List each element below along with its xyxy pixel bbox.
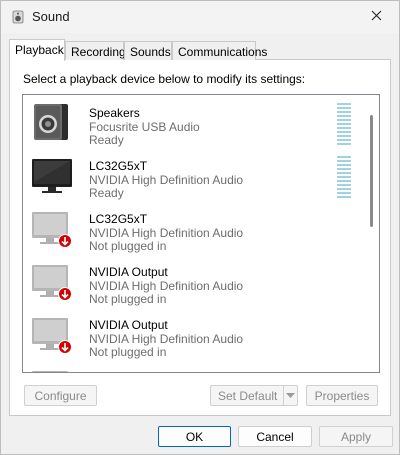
playback-device-list[interactable]: Speakers Focusrite USB Audio Ready LC32G… — [22, 94, 380, 373]
speaker-icon — [11, 10, 25, 24]
volume-meter — [337, 103, 351, 145]
chevron-down-icon[interactable] — [283, 386, 297, 405]
scrollbar-thumb[interactable] — [370, 115, 373, 227]
set-default-label: Set Default — [218, 388, 278, 403]
monitor-icon — [31, 154, 73, 196]
cancel-button[interactable]: Cancel — [238, 426, 312, 447]
device-driver: Focusrite USB Audio — [89, 120, 200, 134]
ok-button[interactable]: OK — [158, 426, 231, 447]
properties-button[interactable]: Properties — [306, 385, 378, 406]
device-driver: NVIDIA High Definition Audio — [89, 279, 244, 293]
device-lc32g5xt-unplugged[interactable]: LC32G5xT NVIDIA High Definition Audio No… — [23, 201, 365, 254]
device-partial[interactable] — [23, 360, 365, 372]
device-speakers[interactable]: Speakers Focusrite USB Audio Ready — [23, 95, 365, 148]
speaker-device-icon — [31, 101, 73, 143]
monitor-disconnected-icon — [31, 366, 73, 372]
window-title: Sound — [32, 9, 70, 24]
device-driver: NVIDIA High Definition Audio — [89, 226, 244, 240]
list-scrollbar[interactable] — [363, 95, 379, 372]
tab-playback[interactable]: Playback — [9, 39, 65, 61]
monitor-disconnected-icon — [31, 207, 73, 249]
device-status: Ready — [89, 186, 124, 200]
device-status: Ready — [89, 133, 124, 147]
tab-sounds[interactable]: Sounds — [124, 41, 172, 60]
device-name: NVIDIA Output — [89, 318, 168, 332]
monitor-disconnected-icon — [31, 260, 73, 302]
tab-recording[interactable]: Recording — [65, 41, 126, 60]
instruction-text: Select a playback device below to modify… — [23, 72, 306, 86]
tab-communications[interactable]: Communications — [172, 41, 267, 60]
monitor-disconnected-icon — [31, 313, 73, 355]
configure-button[interactable]: Configure — [24, 385, 97, 406]
device-name: LC32G5xT — [89, 212, 148, 226]
device-nvidia-output-1[interactable]: NVIDIA Output NVIDIA High Definition Aud… — [23, 254, 365, 307]
device-driver: NVIDIA High Definition Audio — [89, 332, 244, 346]
device-name: NVIDIA Output — [89, 265, 168, 279]
apply-button[interactable]: Apply — [319, 426, 393, 447]
device-name: LC32G5xT — [89, 159, 148, 173]
device-status: Not plugged in — [89, 292, 167, 306]
device-name: Speakers — [89, 106, 140, 120]
volume-meter — [337, 156, 351, 198]
device-nvidia-output-2[interactable]: NVIDIA Output NVIDIA High Definition Aud… — [23, 307, 365, 360]
close-icon — [371, 10, 382, 24]
title-bar: Sound — [1, 1, 399, 33]
set-default-button[interactable]: Set Default — [210, 385, 298, 406]
device-status: Not plugged in — [89, 345, 167, 359]
close-button[interactable] — [353, 1, 399, 33]
device-lc32g5xt-ready[interactable]: LC32G5xT NVIDIA High Definition Audio Re… — [23, 148, 365, 201]
device-status: Not plugged in — [89, 239, 167, 253]
device-driver: NVIDIA High Definition Audio — [89, 173, 244, 187]
sound-dialog: Sound Playback Recording Sounds Communic… — [0, 0, 400, 455]
